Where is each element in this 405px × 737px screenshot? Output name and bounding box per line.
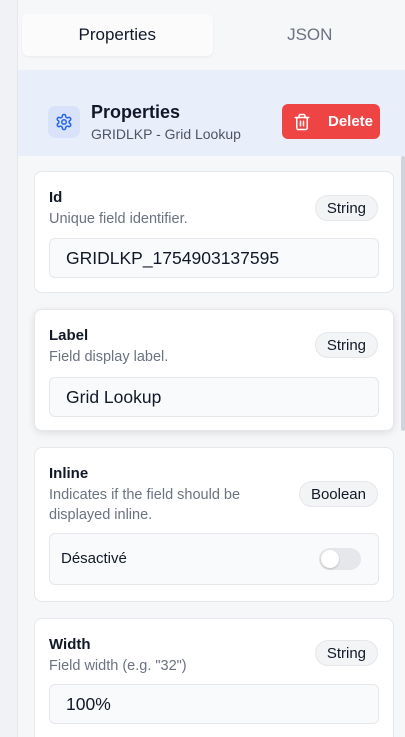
field-label: Width [49, 636, 91, 653]
field-label: Label [49, 327, 89, 344]
inline-toggle[interactable] [319, 548, 361, 570]
field-description: Field width (e.g. "32") [49, 658, 187, 674]
field-card-width: Width Field width (e.g. "32") String 100… [34, 618, 394, 737]
field-label: Id [49, 189, 63, 206]
tab-bar: Properties JSON [18, 0, 405, 70]
field-description: Unique field identifier. [49, 211, 188, 227]
gear-icon [48, 106, 80, 138]
id-input[interactable]: GRIDLKP_1754903137595 [49, 238, 379, 278]
type-badge: String [314, 640, 378, 666]
component-subtitle: GRIDLKP - Grid Lookup [91, 126, 241, 142]
tab-properties[interactable]: Properties [22, 14, 213, 56]
inline-toggle-row: Désactivé [49, 533, 379, 585]
field-description: Field display label. [49, 349, 169, 365]
trash-icon [293, 112, 311, 132]
page-title: Properties [91, 102, 181, 122]
type-badge: String [314, 332, 378, 358]
field-label: Inline [49, 465, 89, 482]
delete-button[interactable]: Delete [282, 104, 380, 139]
field-description: Indicates if the field should be display… [49, 487, 241, 523]
type-badge: Boolean [298, 481, 378, 507]
width-input[interactable]: 100% [49, 684, 379, 724]
type-badge: String [314, 195, 378, 221]
scrollbar[interactable] [401, 156, 405, 431]
toggle-knob [321, 550, 339, 568]
left-gutter [0, 0, 18, 737]
delete-label: Delete [328, 113, 374, 130]
field-card-id: Id Unique field identifier. String GRIDL… [34, 171, 394, 293]
tab-list: Properties JSON [22, 14, 405, 56]
label-input[interactable]: Grid Lookup [49, 377, 379, 417]
tab-json[interactable]: JSON [215, 14, 405, 56]
properties-header: Properties GRIDLKP - Grid Lookup Delete [18, 70, 405, 156]
field-card-inline: Inline Indicates if the field should be … [34, 447, 394, 602]
toggle-label: Désactivé [61, 550, 127, 567]
field-card-label: Label Field display label. String Grid L… [34, 309, 394, 431]
